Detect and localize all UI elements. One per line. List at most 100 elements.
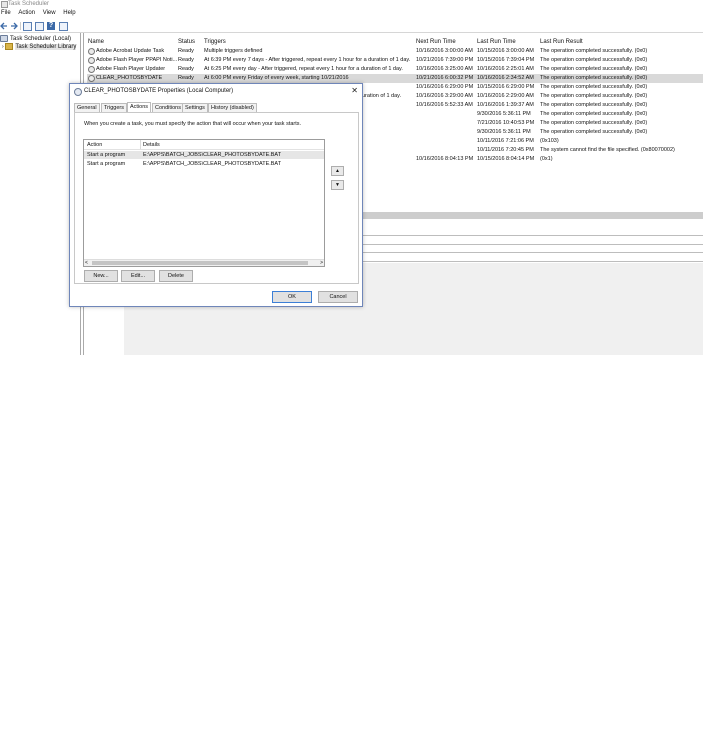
- column-header-details[interactable]: Details: [143, 142, 160, 148]
- menu-action[interactable]: Action: [18, 10, 35, 16]
- tab-triggers[interactable]: Triggers: [101, 103, 127, 112]
- task-row[interactable]: Adobe Acrobat Update Task Ready Multiple…: [87, 47, 703, 56]
- task-next-run: 10/16/2016 3:25:00 AM: [416, 66, 473, 72]
- actions-table: Action Details Start a program E:\APPS\B…: [83, 139, 325, 267]
- task-scheduler-app-icon: [1, 1, 8, 8]
- task-status: Ready: [178, 48, 194, 54]
- column-header-last-run-time[interactable]: Last Run Time: [477, 39, 516, 45]
- task-next-run: 10/16/2016 8:04:13 PM: [416, 156, 474, 162]
- menu-help[interactable]: Help: [63, 10, 75, 16]
- column-header-last-run-result[interactable]: Last Run Result: [540, 39, 583, 45]
- column-header-status[interactable]: Status: [178, 39, 195, 45]
- move-up-button[interactable]: ▲: [331, 166, 344, 176]
- task-last-result: The operation completed successfully. (0…: [540, 75, 648, 81]
- tab-actions[interactable]: Actions: [127, 102, 152, 112]
- task-last-run: 10/16/2016 2:25:01 AM: [477, 66, 534, 72]
- scroll-right-icon[interactable]: >: [320, 260, 323, 266]
- title-bar: Task Scheduler: [0, 0, 703, 9]
- forward-button[interactable]: [10, 22, 18, 30]
- up-one-level-button[interactable]: [23, 22, 32, 31]
- show-hide-console-tree-button[interactable]: [35, 22, 44, 31]
- scrollbar-thumb[interactable]: [92, 261, 308, 265]
- task-name: Adobe Acrobat Update Task: [96, 48, 165, 54]
- task-last-result: (0x1): [540, 156, 553, 162]
- task-last-result: The operation completed successfully. (0…: [540, 111, 648, 117]
- back-button[interactable]: [0, 22, 8, 30]
- action-row[interactable]: Start a program E:\APPS\BATCH_JOBS\CLEAR…: [84, 151, 324, 159]
- column-header-triggers[interactable]: Triggers: [204, 39, 226, 45]
- detail-divider: [360, 261, 703, 262]
- task-last-result: The operation completed successfully. (0…: [540, 66, 648, 72]
- arrow-down-icon: ▼: [335, 182, 340, 188]
- tree-item-task-scheduler-library[interactable]: › Task Scheduler Library: [2, 43, 77, 51]
- toolbar: ?: [0, 20, 703, 33]
- task-last-run: 10/15/2016 7:39:04 PM: [477, 57, 535, 63]
- task-next-run: 10/16/2016 3:00:00 AM: [416, 48, 473, 54]
- pane-splitter[interactable]: [360, 212, 703, 219]
- new-action-button[interactable]: New...: [84, 270, 118, 282]
- detail-divider: [360, 252, 703, 253]
- task-row[interactable]: Adobe Flash Player PPAPI Noti... Ready A…: [87, 56, 703, 65]
- task-name: CLEAR_PHOTOSBYDATE: [96, 75, 163, 81]
- tab-conditions[interactable]: Conditions: [152, 103, 184, 112]
- show-hide-action-pane-button[interactable]: [59, 22, 68, 31]
- column-header-name[interactable]: Name: [88, 39, 104, 45]
- move-down-button[interactable]: ▼: [331, 180, 344, 190]
- task-last-result: The operation completed successfully. (0…: [540, 102, 648, 108]
- task-last-run: 9/30/2016 5:36:11 PM: [477, 129, 531, 135]
- task-last-result: The operation completed successfully. (0…: [540, 57, 648, 63]
- column-header-action[interactable]: Action: [87, 142, 102, 148]
- task-row[interactable]: Adobe Flash Player Updater Ready At 6:25…: [87, 65, 703, 74]
- task-triggers: At 6:39 PM every 7 days - After triggere…: [204, 57, 411, 63]
- task-last-result: The operation completed successfully. (0…: [540, 129, 648, 135]
- help-icon: ?: [48, 22, 54, 29]
- task-next-run: 10/21/2016 6:00:32 PM: [416, 75, 474, 81]
- arrow-up-icon: ▲: [335, 168, 340, 174]
- clock-icon: [0, 35, 8, 42]
- chevron-right-icon: ›: [2, 44, 4, 51]
- scroll-left-icon[interactable]: <: [85, 260, 88, 266]
- dialog-title: CLEAR_PHOTOSBYDATE Properties (Local Com…: [84, 88, 234, 94]
- tab-general[interactable]: General: [74, 103, 100, 112]
- task-last-result: (0x103): [540, 138, 559, 144]
- tree-item-task-scheduler-local[interactable]: Task Scheduler (Local): [0, 35, 71, 43]
- task-name: Adobe Flash Player PPAPI Noti...: [96, 57, 178, 63]
- edit-action-button[interactable]: Edit...: [121, 270, 155, 282]
- column-header-next-run-time[interactable]: Next Run Time: [416, 39, 456, 45]
- arrow-right-icon: [11, 22, 18, 30]
- task-last-run: 10/15/2016 6:29:00 PM: [477, 84, 535, 90]
- toolbar-separator: [20, 22, 21, 30]
- task-triggers: At 6:00 PM every Friday of every week, s…: [204, 75, 349, 81]
- tab-settings[interactable]: Settings: [182, 103, 208, 112]
- close-icon: ✕: [351, 86, 358, 95]
- menu-bar: File Action View Help: [0, 10, 703, 19]
- window-title: Task Scheduler: [8, 1, 50, 7]
- menu-file[interactable]: File: [1, 10, 11, 16]
- help-button[interactable]: ?: [47, 22, 55, 30]
- task-last-result: The operation completed successfully. (0…: [540, 84, 648, 90]
- task-last-run: 7/21/2016 10:40:53 PM: [477, 120, 535, 126]
- detail-divider: [360, 244, 703, 245]
- tree-item-label: Task Scheduler Library: [15, 44, 77, 51]
- task-status: Ready: [178, 57, 194, 63]
- tab-history[interactable]: History (disabled): [208, 103, 257, 112]
- task-icon: [74, 88, 82, 96]
- cancel-button[interactable]: Cancel: [318, 291, 358, 303]
- task-last-result: The system cannot find the file specifie…: [540, 147, 675, 153]
- header-divider: [84, 149, 324, 150]
- task-icon: [88, 48, 95, 55]
- tree-item-label: Task Scheduler (Local): [10, 36, 72, 43]
- task-icon: [88, 57, 95, 64]
- action-row[interactable]: Start a program E:\APPS\BATCH_JOBS\CLEAR…: [84, 160, 324, 168]
- close-button[interactable]: ✕: [351, 86, 358, 95]
- delete-action-button[interactable]: Delete: [159, 270, 193, 282]
- task-last-result: The operation completed successfully. (0…: [540, 48, 648, 54]
- menu-view[interactable]: View: [43, 10, 56, 16]
- action-type: Start a program: [87, 161, 126, 167]
- horizontal-scrollbar[interactable]: < >: [84, 259, 324, 266]
- arrow-left-icon: [0, 22, 7, 30]
- task-status: Ready: [178, 66, 194, 72]
- task-row-selected[interactable]: CLEAR_PHOTOSBYDATE Ready At 6:00 PM ever…: [87, 74, 703, 83]
- ok-button[interactable]: OK: [272, 291, 312, 303]
- column-separator[interactable]: [140, 140, 141, 149]
